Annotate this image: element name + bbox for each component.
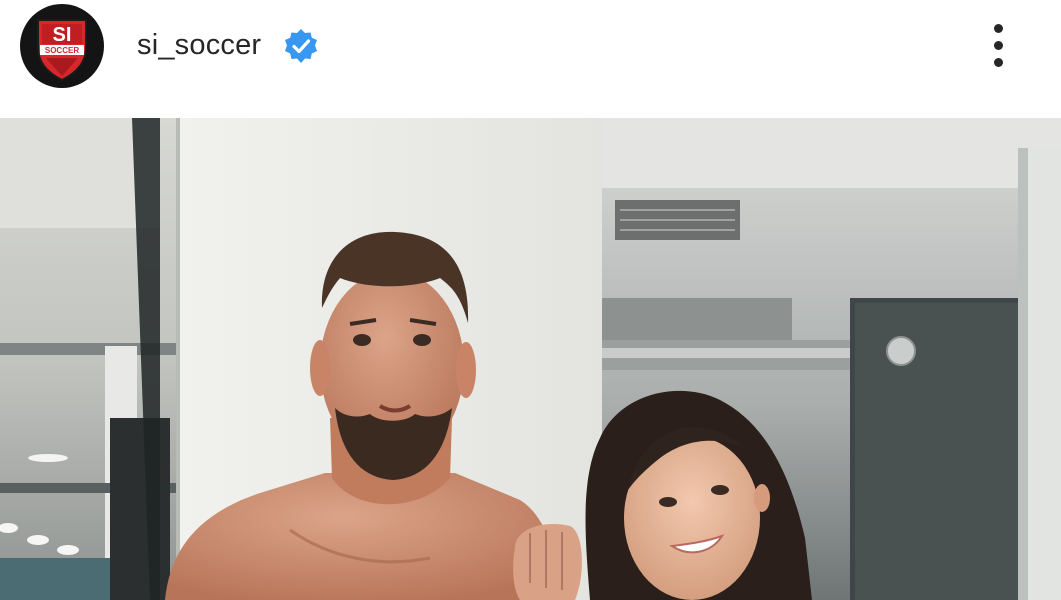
profile-avatar[interactable]: SI SOCCER [20, 4, 104, 88]
svg-text:SOCCER: SOCCER [45, 46, 79, 55]
more-options-button[interactable] [980, 20, 1018, 72]
svg-text:SI: SI [53, 24, 72, 46]
post-header: SI SOCCER si_soccer [0, 0, 1061, 118]
dot-icon [994, 58, 1003, 67]
dot-icon [994, 24, 1003, 33]
dot-icon [994, 41, 1003, 50]
username[interactable]: si_soccer [137, 29, 261, 62]
verified-badge-icon [285, 29, 317, 63]
si-soccer-logo: SI SOCCER [37, 19, 87, 82]
post-photo[interactable] [0, 118, 1061, 600]
post-image [0, 118, 1061, 600]
